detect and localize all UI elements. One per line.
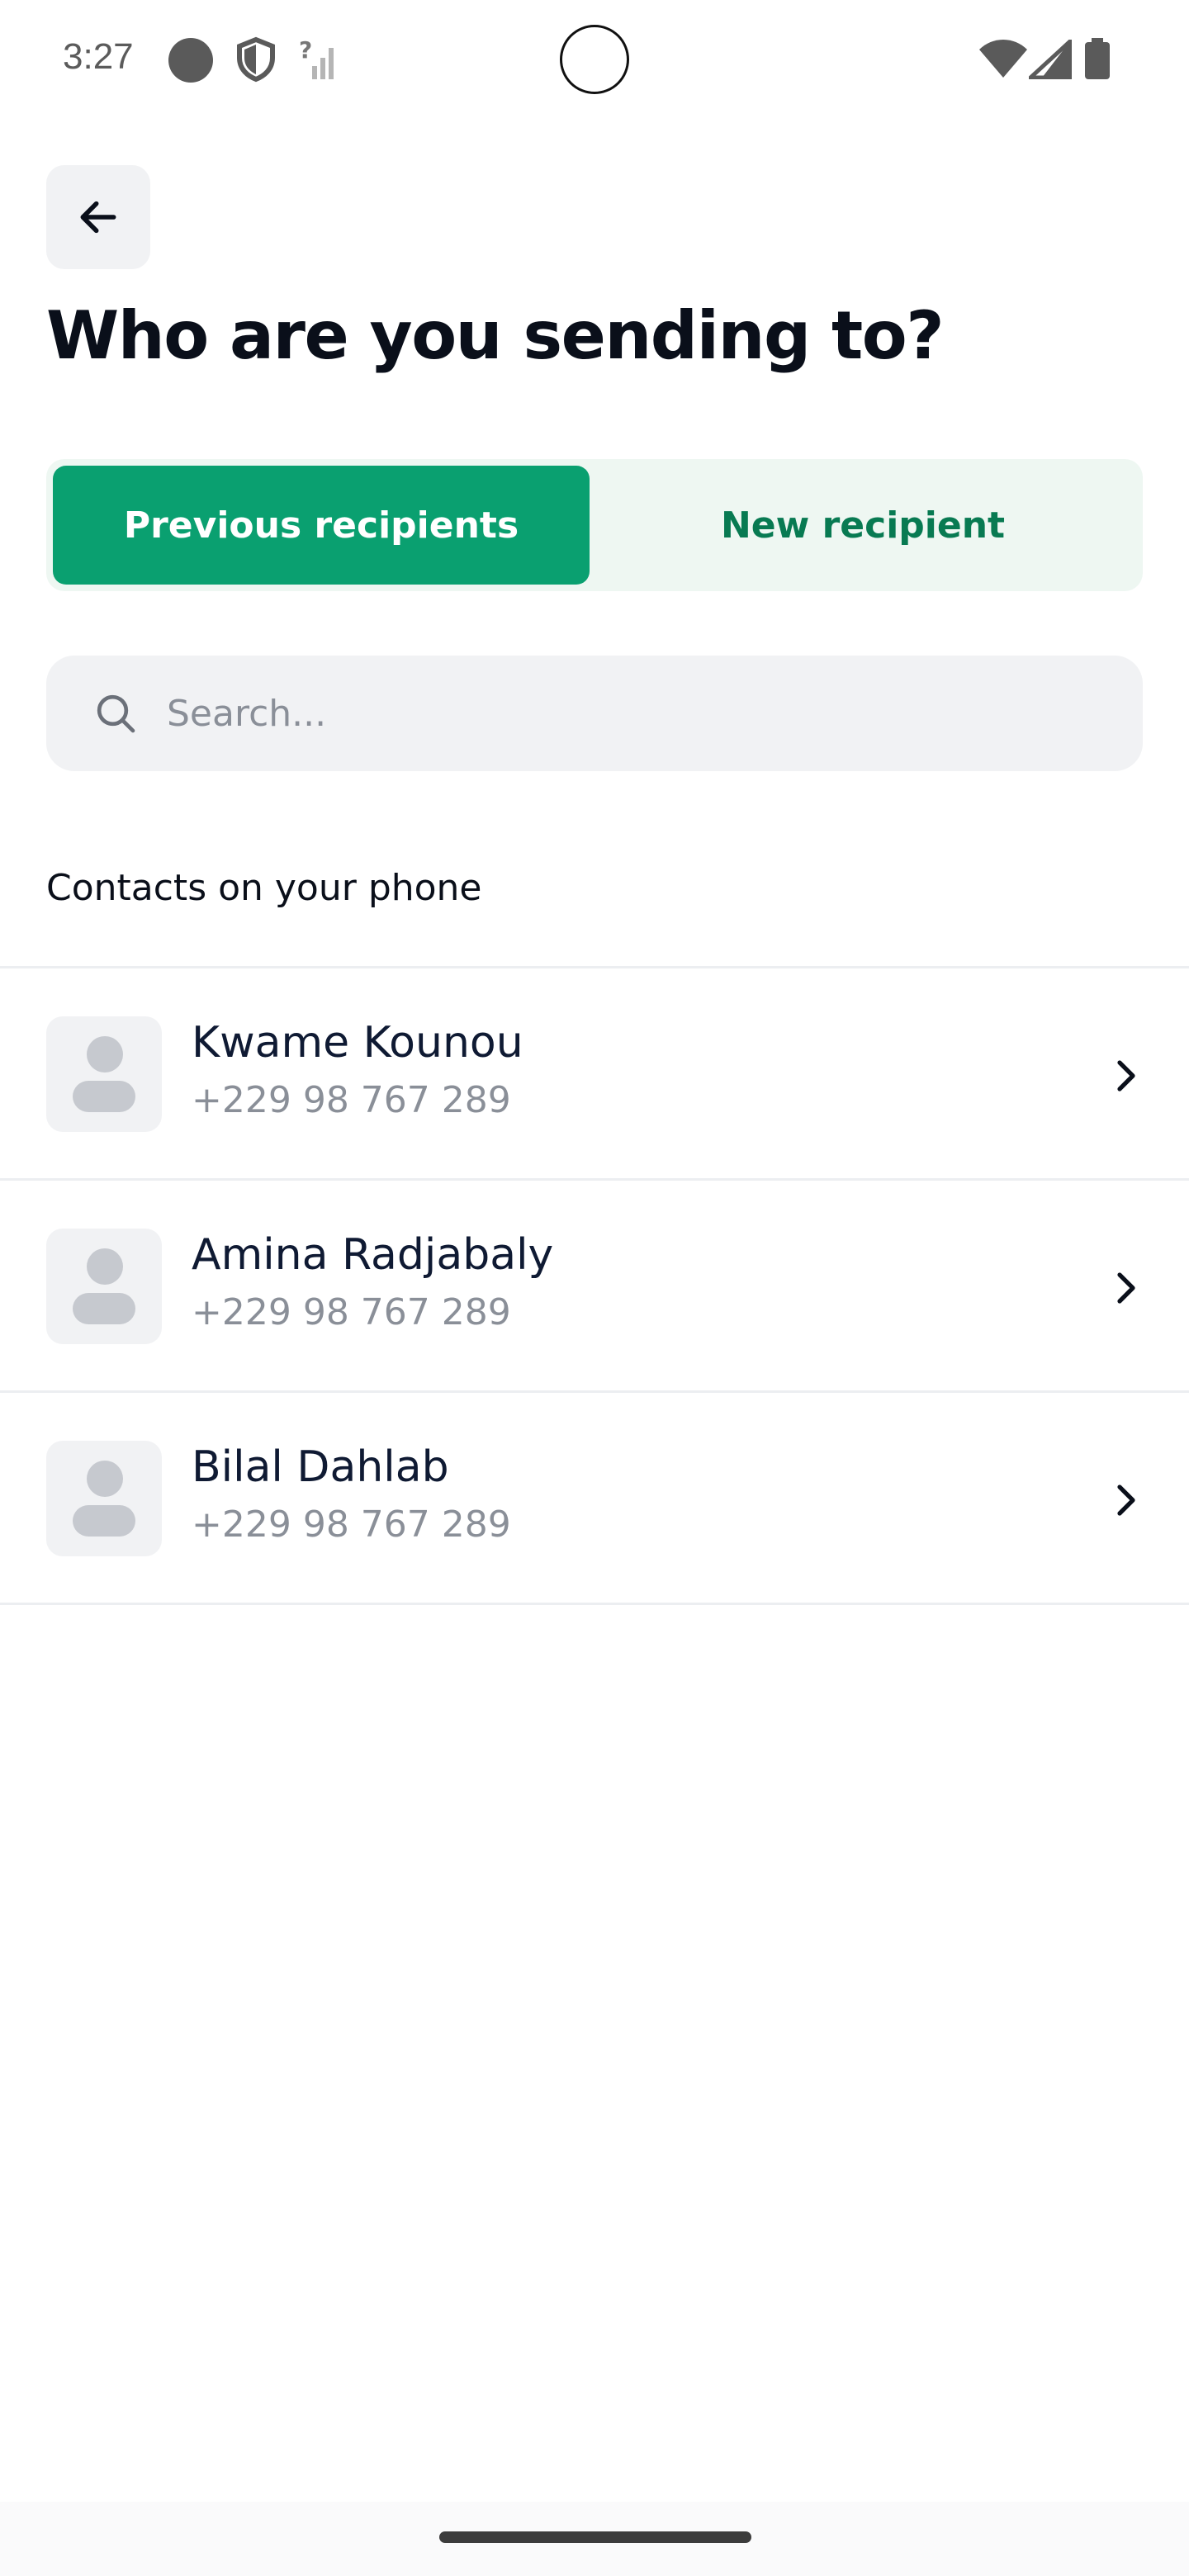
avatar-placeholder-icon	[46, 1441, 162, 1556]
chevron-right-icon	[1117, 1060, 1135, 1091]
svg-text:?: ?	[299, 36, 312, 64]
contact-list: Kwame Kounou +229 98 767 289 Amina Radja…	[0, 966, 1189, 1605]
contact-phone: +229 98 767 289	[192, 1291, 511, 1333]
avatar-placeholder-icon	[46, 1016, 162, 1132]
contacts-section-label: Contacts on your phone	[46, 867, 482, 909]
tab-new-recipient[interactable]: New recipient	[590, 466, 1136, 585]
contact-row[interactable]: Kwame Kounou +229 98 767 289	[0, 968, 1189, 1181]
contact-name: Bilal Dahlab	[192, 1442, 449, 1492]
chevron-right-icon	[1117, 1485, 1135, 1516]
contact-phone: +229 98 767 289	[192, 1079, 511, 1121]
status-bar: 3:27 ?	[0, 0, 1189, 121]
page-title: Who are you sending to?	[46, 297, 945, 374]
contact-phone: +229 98 767 289	[192, 1503, 511, 1546]
contact-row[interactable]: Amina Radjabaly +229 98 767 289	[0, 1181, 1189, 1393]
cell-signal-icon	[1029, 40, 1072, 79]
arrow-left-icon	[80, 201, 116, 234]
search-icon	[97, 694, 135, 733]
contact-row[interactable]: Bilal Dahlab +229 98 767 289	[0, 1393, 1189, 1605]
shield-icon	[237, 36, 275, 83]
battery-icon	[1085, 38, 1110, 79]
contact-name: Amina Radjabaly	[192, 1230, 554, 1280]
chevron-right-icon	[1117, 1272, 1135, 1304]
recipient-type-tabs: Previous recipients New recipient	[46, 459, 1143, 591]
tab-previous-recipients[interactable]: Previous recipients	[53, 466, 590, 585]
status-time: 3:27	[63, 36, 134, 77]
gesture-handle[interactable]	[439, 2531, 751, 2543]
screen: 3:27 ? Who are you sending to? Previous …	[0, 0, 1189, 2576]
search-box[interactable]	[46, 656, 1143, 771]
record-dot-icon	[168, 38, 213, 83]
camera-cutout	[560, 25, 629, 94]
contact-name: Kwame Kounou	[192, 1018, 523, 1068]
back-button[interactable]	[46, 165, 150, 269]
no-signal-icon: ?	[299, 36, 334, 79]
search-input[interactable]	[167, 692, 1075, 735]
wifi-icon	[979, 40, 1027, 78]
avatar-placeholder-icon	[46, 1229, 162, 1344]
